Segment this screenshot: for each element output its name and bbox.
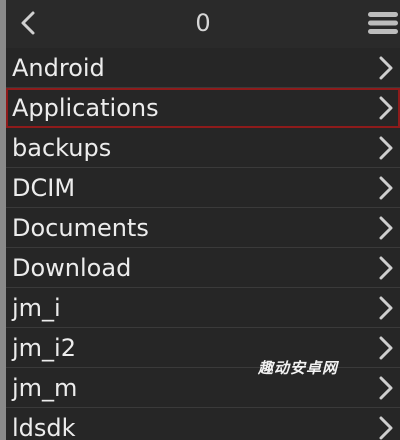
folder-name: ldsdk [12,414,76,440]
folder-name: jm_m [12,374,78,402]
list-item[interactable]: Documents [6,208,400,248]
list-item[interactable]: Download [6,248,400,288]
chevron-right-icon [379,296,393,320]
folder-name: jm_i [12,294,61,322]
chevron-right-icon [379,136,393,160]
watermark-text: 趣动安卓网 [258,359,339,377]
list-item[interactable]: ldsdk [6,408,400,440]
header-title: 0 [195,9,211,37]
list-item[interactable]: backups [6,128,400,168]
chevron-right-icon [379,176,393,200]
hamburger-menu-icon [368,12,398,34]
list-item[interactable]: jm_m [6,368,400,408]
chevron-right-icon [379,56,393,80]
chevron-right-icon [379,416,393,440]
chevron-right-icon [379,336,393,360]
list-item[interactable]: DCIM [6,168,400,208]
chevron-right-icon [379,96,393,120]
chevron-right-icon [379,376,393,400]
folder-list: Android Applications backups DCIM Docume… [6,48,400,440]
folder-name: Applications [12,94,159,122]
list-item[interactable]: Android [6,48,400,88]
folder-name: Documents [12,214,149,242]
file-browser-screen: 0 Android Applications backups DCIM Docu… [0,0,400,440]
menu-button[interactable] [366,6,400,40]
chevron-right-icon [379,216,393,240]
chevron-right-icon [379,256,393,280]
list-item[interactable]: jm_i2 [6,328,400,368]
folder-name: jm_i2 [12,334,76,362]
folder-name: DCIM [12,174,76,202]
list-item[interactable]: Applications [6,88,400,128]
folder-name: Download [12,254,132,282]
folder-name: Android [12,54,105,82]
header-bar: 0 [6,0,400,48]
folder-name: backups [12,134,112,162]
list-item[interactable]: jm_i [6,288,400,328]
